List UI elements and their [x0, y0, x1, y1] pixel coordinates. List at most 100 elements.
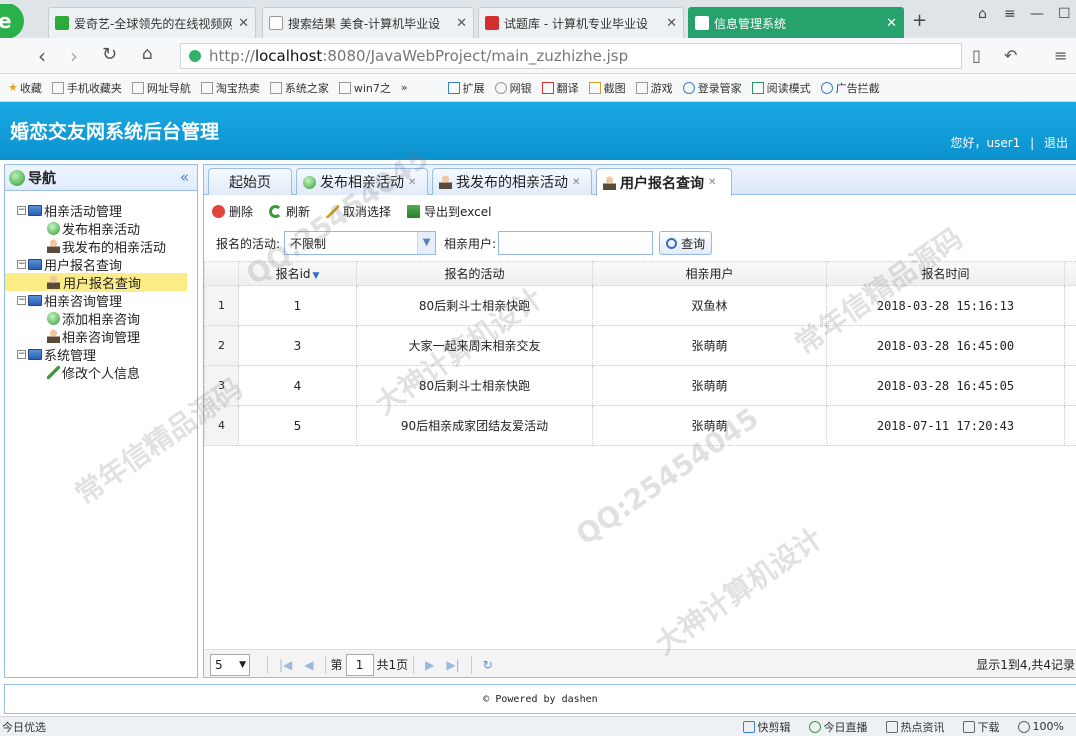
tree-group-signup[interactable]: − 用户报名查询	[5, 255, 197, 274]
cell-user: 双鱼林	[592, 285, 827, 326]
tree-item-add-consult[interactable]: 添加相亲咨询	[5, 309, 197, 328]
prev-page-icon[interactable]: ◀	[304, 658, 313, 672]
page-icon	[200, 81, 213, 94]
toolbar-translate[interactable]: 翻译	[541, 80, 579, 96]
browser-tab-active[interactable]: 信息管理系统 ✕	[688, 7, 904, 38]
maximize-icon[interactable]: ☐	[1058, 6, 1071, 22]
computer-icon	[28, 294, 42, 306]
status-quick-clip[interactable]: 快剪辑	[742, 719, 791, 735]
close-icon[interactable]: ✕	[886, 16, 897, 31]
tab-publish-activity[interactable]: 发布相亲活动 ✕	[296, 168, 428, 195]
url-path: :8080/JavaWebProject/main_zuzhizhe.jsp	[322, 47, 629, 65]
secure-icon	[189, 50, 201, 62]
forward-icon[interactable]: ›	[70, 44, 78, 68]
query-button[interactable]: 查询	[659, 231, 713, 255]
rownum-header	[204, 261, 239, 286]
close-icon[interactable]: ✕	[572, 177, 580, 188]
status-today-picks[interactable]: 今日优选	[2, 719, 46, 735]
refresh-icon[interactable]: ↻	[483, 658, 493, 672]
close-icon[interactable]: ✕	[666, 16, 677, 31]
collapse-toggle-icon[interactable]: −	[17, 259, 26, 269]
collapse-toggle-icon[interactable]: −	[17, 349, 26, 359]
back-icon[interactable]: ‹	[38, 44, 46, 68]
bookmark-more[interactable]: »	[401, 81, 408, 94]
reload-icon[interactable]: ↻	[102, 44, 117, 65]
activity-select[interactable]: 不限制 ▼	[284, 231, 437, 255]
phone-icon[interactable]: ▯	[972, 46, 981, 65]
menu-icon[interactable]: ≡	[1004, 6, 1016, 22]
new-tab-icon[interactable]: +	[912, 10, 927, 31]
phone-icon	[51, 81, 64, 94]
tab-my-activities[interactable]: 我发布的相亲活动 ✕	[432, 168, 592, 195]
column-header-id[interactable]: 报名id ▼	[238, 261, 357, 286]
next-page-icon[interactable]: ▶	[425, 658, 434, 672]
column-header-user[interactable]: 相亲用户	[592, 261, 827, 286]
skin-icon[interactable]: ⌂	[978, 6, 987, 22]
bookmark-xitong[interactable]: 系统之家	[269, 80, 329, 96]
refresh-button[interactable]: 刷新	[269, 203, 310, 220]
browser-tab-search[interactable]: 搜索结果 美食-计算机毕业设 ✕	[262, 7, 474, 38]
toolbar-login-manager[interactable]: 登录管家	[682, 80, 742, 96]
table-row[interactable]: 3 4 80后剩斗士相亲快跑 张萌萌 2018-03-28 16:45:05	[204, 365, 1076, 406]
bookmark-taobao[interactable]: 淘宝热卖	[200, 80, 260, 96]
page-number-input[interactable]: 1	[345, 653, 374, 676]
cancel-select-button[interactable]: 取消选择	[326, 203, 391, 220]
column-header-time[interactable]: 报名时间	[826, 261, 1065, 286]
cell-user: 张萌萌	[592, 405, 827, 446]
home-icon[interactable]: ⌂	[142, 44, 153, 64]
close-icon[interactable]: ✕	[708, 177, 716, 188]
tab-home[interactable]: 起始页	[208, 168, 292, 195]
status-zoom[interactable]: 100%	[1017, 720, 1064, 733]
logout-link[interactable]: 退出	[1044, 136, 1068, 150]
bookmark-mobile[interactable]: 手机收藏夹	[51, 80, 122, 96]
table-row[interactable]: 4 5 90后相亲成家团结友爱活动 张萌萌 2018-07-11 17:20:4…	[204, 405, 1076, 446]
chevron-down-icon[interactable]: ▼	[417, 232, 436, 254]
undo-icon[interactable]: ↶	[1004, 46, 1017, 65]
toolbar-bank[interactable]: 网银	[494, 80, 532, 96]
url-input[interactable]: http://localhost:8080/JavaWebProject/mai…	[180, 43, 962, 69]
bookmark-win7[interactable]: win7之	[338, 80, 391, 96]
column-header-activity[interactable]: 报名的活动	[356, 261, 593, 286]
toolbar-reading-mode[interactable]: 阅读模式	[751, 80, 811, 96]
tree-item-signup-query[interactable]: 用户报名查询	[5, 272, 187, 292]
news-icon	[885, 720, 898, 733]
menu-icon[interactable]: ≡	[1054, 46, 1067, 65]
toolbar-games[interactable]: 游戏	[635, 80, 673, 96]
translate-icon	[541, 81, 554, 94]
tree-item-edit-profile[interactable]: 修改个人信息	[5, 363, 197, 382]
tree-item-publish-activity[interactable]: 发布相亲活动	[5, 219, 197, 238]
close-icon[interactable]: ✕	[456, 16, 467, 31]
grid-toolbar: 删除 刷新 取消选择 导出到excel	[212, 203, 507, 220]
export-excel-button[interactable]: 导出到excel	[407, 203, 491, 220]
status-download[interactable]: 下载	[962, 719, 1000, 735]
close-icon[interactable]: ✕	[408, 177, 416, 188]
collapse-icon[interactable]: «	[180, 168, 189, 186]
close-icon[interactable]: ✕	[238, 16, 249, 31]
tree-group-system[interactable]: − 系统管理	[5, 345, 197, 364]
collapse-toggle-icon[interactable]: −	[17, 295, 26, 305]
clip-icon	[742, 720, 755, 733]
toolbar-screenshot[interactable]: 截图	[588, 80, 626, 96]
tree-item-manage-consult[interactable]: 相亲咨询管理	[5, 327, 197, 346]
bookmark-favorites[interactable]: ★ 收藏	[8, 80, 42, 96]
page-size-select[interactable]: 5 ▼	[210, 653, 250, 676]
tree-group-consult[interactable]: − 相亲咨询管理	[5, 291, 197, 310]
tree-item-my-activities[interactable]: 我发布的相亲活动	[5, 237, 197, 256]
browser-tab-iqiyi[interactable]: 爱奇艺-全球领先的在线视频网 ✕	[48, 7, 256, 38]
tab-signup-query[interactable]: 用户报名查询 ✕	[596, 168, 732, 196]
minimize-icon[interactable]: —	[1030, 6, 1044, 22]
toolbar-extensions[interactable]: 扩展	[447, 80, 485, 96]
table-row[interactable]: 1 1 80后剩斗士相亲快跑 双鱼林 2018-03-28 15:16:13	[204, 285, 1076, 326]
user-input[interactable]	[498, 231, 654, 255]
last-page-icon[interactable]: ▶|	[446, 658, 459, 672]
status-live[interactable]: 今日直播	[808, 719, 868, 735]
first-page-icon[interactable]: |◀	[279, 658, 292, 672]
collapse-toggle-icon[interactable]: −	[17, 205, 26, 215]
bookmark-nav[interactable]: 网址导航	[131, 80, 191, 96]
tree-group-activity[interactable]: − 相亲活动管理	[5, 201, 197, 220]
status-hot-news[interactable]: 热点资讯	[885, 719, 945, 735]
table-row[interactable]: 2 3 大家一起来周末相亲交友 张萌萌 2018-03-28 16:45:00	[204, 325, 1076, 366]
delete-button[interactable]: 删除	[212, 203, 253, 220]
toolbar-adblock[interactable]: 广告拦截	[820, 80, 880, 96]
browser-tab-exam[interactable]: 试题库 - 计算机专业毕业设 ✕	[478, 7, 684, 38]
